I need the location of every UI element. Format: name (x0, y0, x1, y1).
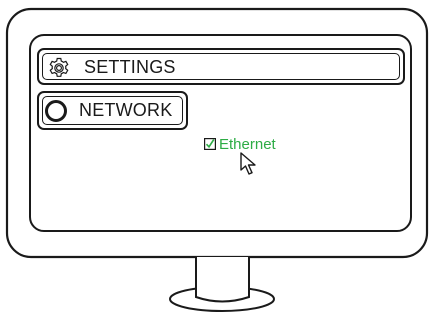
settings-title: SETTINGS (84, 57, 176, 77)
network-label: NETWORK (79, 100, 173, 120)
network-tab[interactable]: NETWORK (37, 91, 188, 130)
ethernet-label: Ethernet (219, 135, 276, 153)
checkbox-checked-icon[interactable] (204, 138, 216, 150)
mouse-cursor-icon (240, 152, 256, 175)
ring-icon (45, 100, 67, 122)
monitor-stand-neck-front (195, 257, 250, 303)
settings-bar[interactable]: SETTINGS (37, 48, 405, 85)
gear-icon (49, 57, 69, 77)
